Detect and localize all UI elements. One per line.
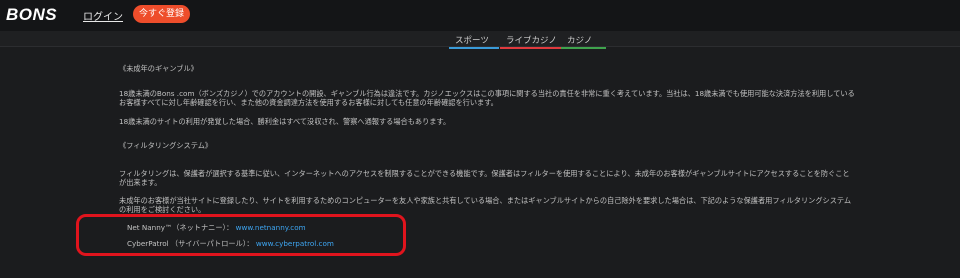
paragraph-forfeit: 18歳未満のサイトの利用が発覚した場合、勝利金はすべて没収され、警察へ通報する場…: [119, 117, 451, 126]
paragraph-consider-line1: 未成年のお客様が当社サイトに登録したり、サイトを利用するためのコンピューターを友…: [119, 196, 852, 205]
paragraph-filtering-line2: が出来ます。: [119, 178, 162, 187]
responsible-gaming-content: 《未成年のギャンブル》 18歳未満のBons .com（ボンズカジノ）でのアカウ…: [0, 0, 960, 278]
section-title-filtering: 《フィルタリングシステム》: [119, 141, 213, 150]
highlight-annotation: [76, 214, 406, 256]
paragraph-filtering-line1: フィルタリングは、保護者が選択する基準に従い、インターネットへのアクセスを制限す…: [119, 169, 850, 178]
paragraph-underage-line2: お客様すべてに対し年齢確認を行い、また他の資金調達方法を使用するお客様に対しても…: [119, 98, 498, 107]
section-title-underage: 《未成年のギャンブル》: [119, 64, 198, 73]
